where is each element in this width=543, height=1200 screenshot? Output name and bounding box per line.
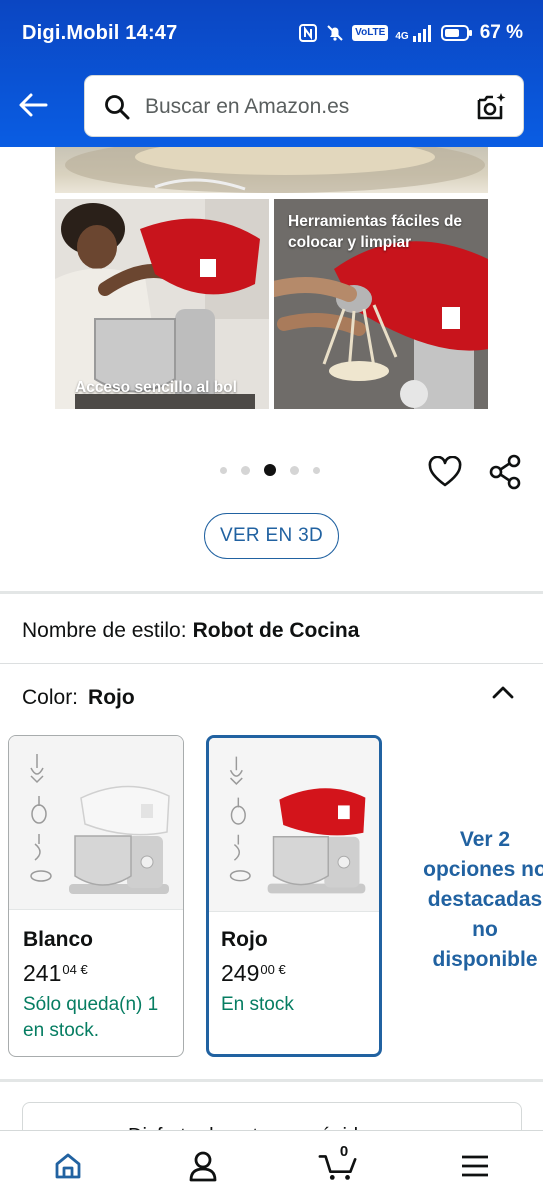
carousel-dot[interactable] — [241, 465, 250, 475]
section-divider — [0, 1079, 543, 1082]
back-button[interactable] — [14, 86, 52, 124]
red-mixer-image — [229, 756, 366, 894]
search-input[interactable]: Buscar en Amazon.es — [145, 95, 349, 119]
chevron-up-icon[interactable] — [490, 683, 516, 706]
variant-image-blanco — [9, 736, 183, 910]
product-image-tools[interactable]: Herramientas fáciles de colocar y limpia… — [274, 199, 488, 409]
price-fraction: 04 € — [62, 962, 88, 977]
mute-bell-icon — [325, 23, 345, 43]
cart-count-badge: 0 — [339, 1143, 349, 1160]
battery-icon — [440, 24, 473, 42]
product-image-bowl-access[interactable]: Acceso sencillo al bol — [55, 199, 269, 409]
price-whole: 241 — [23, 960, 62, 986]
variant-stock: Sólo queda(n) 1 en stock. — [23, 994, 159, 1041]
search-icon — [103, 93, 131, 126]
status-bar: Digi.Mobil 14:47 VoLTE 4G 67 % — [0, 0, 543, 66]
bottom-navigation: 0 — [0, 1130, 543, 1200]
carousel-dot[interactable] — [313, 466, 320, 474]
variant-name: Rojo — [221, 928, 268, 951]
carousel-dots[interactable] — [220, 464, 320, 476]
variant-image-rojo — [209, 738, 379, 912]
caption-tools: Herramientas fáciles de colocar y limpia… — [288, 213, 463, 251]
bowl-closeup-image — [65, 147, 485, 193]
carousel-dot[interactable] — [220, 466, 227, 474]
nav-menu[interactable] — [455, 1149, 495, 1183]
white-mixer-image — [30, 754, 170, 894]
style-label: Nombre de estilo: — [22, 619, 187, 642]
more-options-link[interactable]: Ver 2 opciones no destacadas no disponib… — [420, 825, 543, 975]
caption-bowl-access: Acceso sencillo al bol — [75, 379, 237, 396]
variant-card-blanco[interactable]: Blanco 24104 € Sólo queda(n) 1 en stock. — [8, 735, 184, 1057]
section-divider — [0, 591, 543, 594]
camera-search-icon[interactable] — [475, 90, 509, 129]
home-icon — [55, 1153, 81, 1179]
menu-icon — [462, 1155, 488, 1177]
color-label: Color: — [22, 686, 79, 709]
battery-level: 67 % — [479, 22, 523, 43]
search-bar[interactable]: Buscar en Amazon.es — [84, 75, 524, 137]
nfc-icon — [298, 23, 318, 43]
carousel-dot-active[interactable] — [264, 464, 276, 476]
carrier-time: Digi.Mobil 14:47 — [22, 22, 178, 44]
signal-icon: 4G — [395, 24, 433, 42]
color-value: Rojo — [88, 686, 135, 709]
variant-name: Blanco — [23, 928, 94, 951]
variant-stock: En stock — [221, 994, 294, 1015]
nav-home[interactable] — [48, 1149, 88, 1183]
view-3d-button[interactable]: VER EN 3D — [204, 513, 339, 559]
price-fraction: 00 € — [260, 962, 286, 977]
style-selector: Nombre de estilo: Robot de Cocina — [22, 619, 359, 643]
status-icons: VoLTE 4G 67 % — [298, 22, 523, 44]
account-icon — [189, 1151, 217, 1182]
app-header: Digi.Mobil 14:47 VoLTE 4G 67 % Buscar en… — [0, 0, 543, 147]
nav-account[interactable] — [183, 1149, 223, 1183]
network-type: 4G — [395, 31, 409, 42]
variant-card-rojo[interactable]: Rojo 24900 € En stock — [206, 735, 382, 1057]
arrow-left-icon — [19, 93, 48, 117]
carousel-dot[interactable] — [290, 465, 299, 475]
price-whole: 249 — [221, 960, 260, 986]
style-value: Robot de Cocina — [192, 619, 360, 642]
share-icon[interactable] — [488, 454, 522, 495]
color-selector-header[interactable]: Color: Rojo — [22, 686, 135, 710]
section-divider — [0, 663, 543, 664]
product-image-top[interactable] — [55, 147, 488, 193]
volte-badge: VoLTE — [352, 25, 389, 41]
wishlist-heart-icon[interactable] — [428, 455, 462, 493]
variant-price: 24900 € — [221, 960, 286, 987]
variant-price: 24104 € — [23, 960, 88, 987]
